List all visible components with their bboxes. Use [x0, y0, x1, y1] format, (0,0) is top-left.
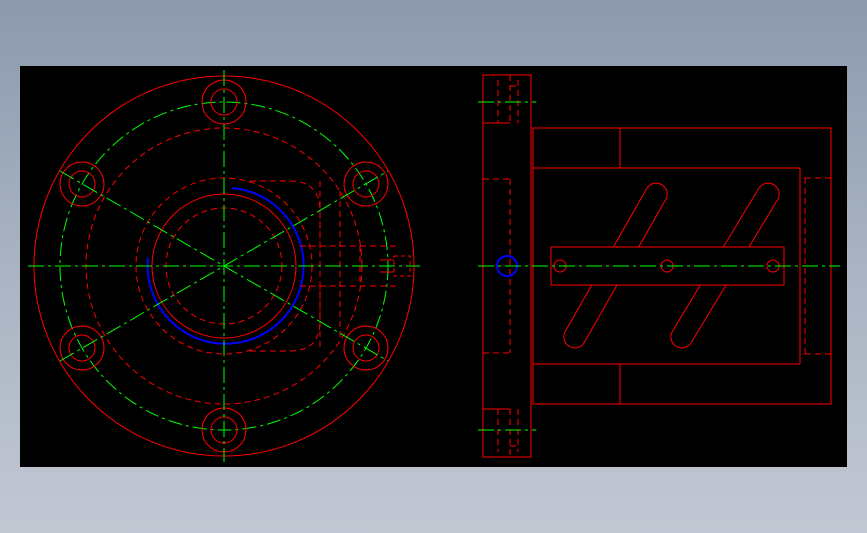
front-view	[28, 70, 420, 462]
drawing-canvas[interactable]	[20, 66, 847, 467]
front-center-lines	[28, 70, 420, 462]
side-view	[478, 74, 840, 458]
drawing-svg	[28, 70, 840, 462]
